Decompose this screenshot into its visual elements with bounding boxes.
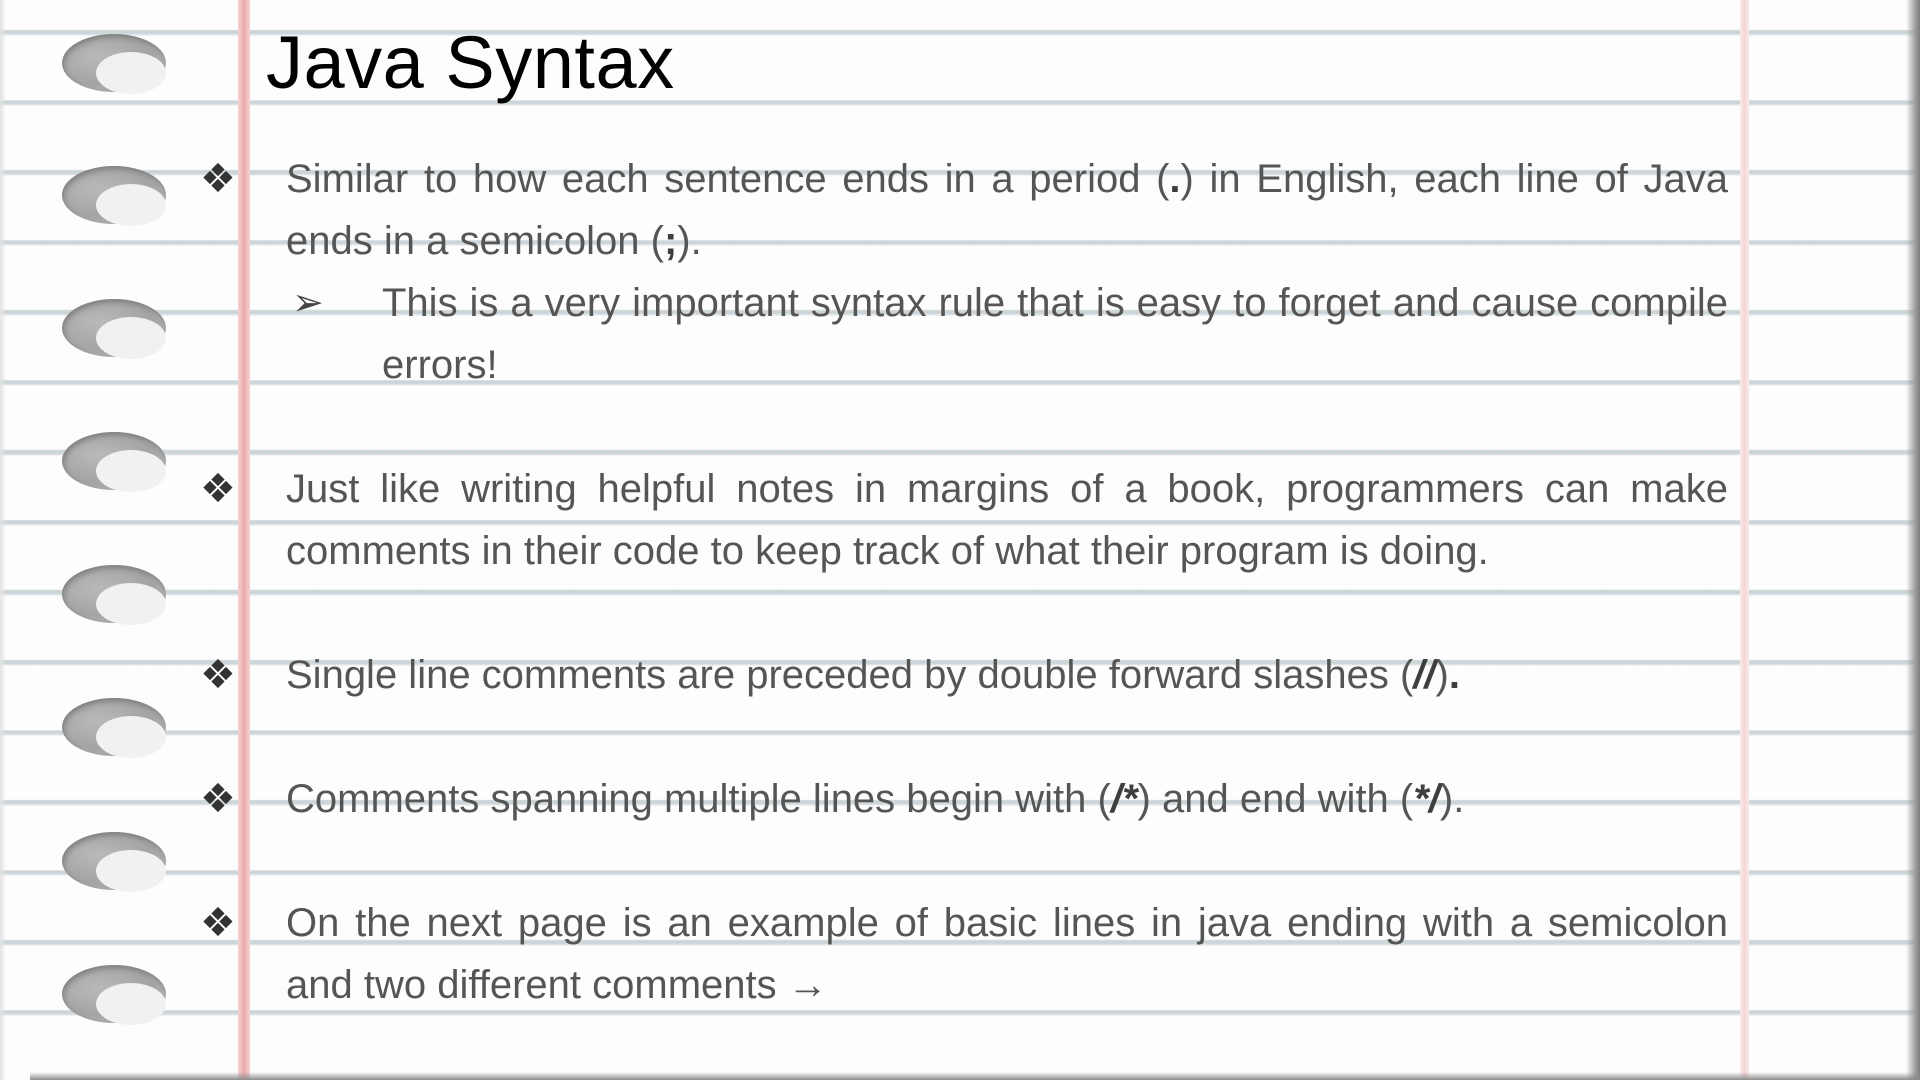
text-run: ). bbox=[677, 219, 702, 263]
slide-title: Java Syntax bbox=[266, 21, 675, 104]
bullet-next-page-example: On the next page is an example of basic … bbox=[286, 901, 1728, 1007]
text-run: Single line comments are preceded by dou… bbox=[286, 653, 1414, 697]
text-run: ). bbox=[1439, 777, 1465, 821]
bullet-multi-line-comments: Comments spanning multiple lines begin w… bbox=[286, 768, 1728, 830]
period-symbol: . bbox=[1169, 157, 1181, 201]
four-diamond-bullet-icon: ❖ bbox=[200, 901, 236, 945]
text-run: Similar to how each sentence ends in a p… bbox=[286, 157, 1170, 201]
four-diamond-bullet-icon: ❖ bbox=[200, 653, 236, 697]
bullet-comments-intro: Just like writing helpful notes in margi… bbox=[286, 467, 1728, 573]
sub-bullet-compile-errors: This is a very important syntax rule tha… bbox=[382, 281, 1728, 387]
binder-hole-icon bbox=[62, 832, 166, 892]
semicolon-symbol: ; bbox=[663, 219, 678, 263]
binder-hole-icon bbox=[62, 698, 166, 758]
bullet-semicolon-rule: Similar to how each sentence ends in a p… bbox=[286, 148, 1728, 272]
binder-hole-icon bbox=[62, 166, 166, 226]
four-diamond-bullet-icon: ❖ bbox=[200, 467, 236, 511]
notebook-slide: Java Syntax ❖ Similar to how each senten… bbox=[0, 0, 1920, 1080]
text-run: Comments spanning multiple lines begin w… bbox=[286, 777, 1111, 821]
four-diamond-bullet-icon: ❖ bbox=[200, 157, 236, 201]
four-diamond-bullet-icon: ❖ bbox=[200, 777, 236, 821]
comment-open-symbol: /* bbox=[1110, 777, 1138, 821]
page-shadow-bottom bbox=[30, 1072, 1920, 1080]
double-slash-symbol: // bbox=[1413, 653, 1436, 697]
arrowhead-bullet-icon: ➢ bbox=[292, 282, 324, 324]
text-run: ) bbox=[1435, 653, 1449, 697]
binder-hole-icon bbox=[62, 432, 166, 492]
left-margin-line bbox=[238, 0, 250, 1080]
binder-hole-icon bbox=[62, 299, 166, 359]
binder-hole-icon bbox=[62, 565, 166, 625]
binder-hole-icon bbox=[62, 34, 166, 94]
right-margin-line bbox=[1740, 0, 1749, 1080]
comment-close-symbol: */ bbox=[1413, 777, 1440, 821]
text-run: . bbox=[1448, 653, 1460, 697]
paper-edge bbox=[0, 0, 6, 1080]
page-shadow-right bbox=[1906, 0, 1920, 1080]
text-run: ) and end with ( bbox=[1137, 777, 1414, 821]
binder-hole-icon bbox=[62, 965, 166, 1025]
bullet-single-line-comments: Single line comments are preceded by dou… bbox=[286, 644, 1728, 706]
